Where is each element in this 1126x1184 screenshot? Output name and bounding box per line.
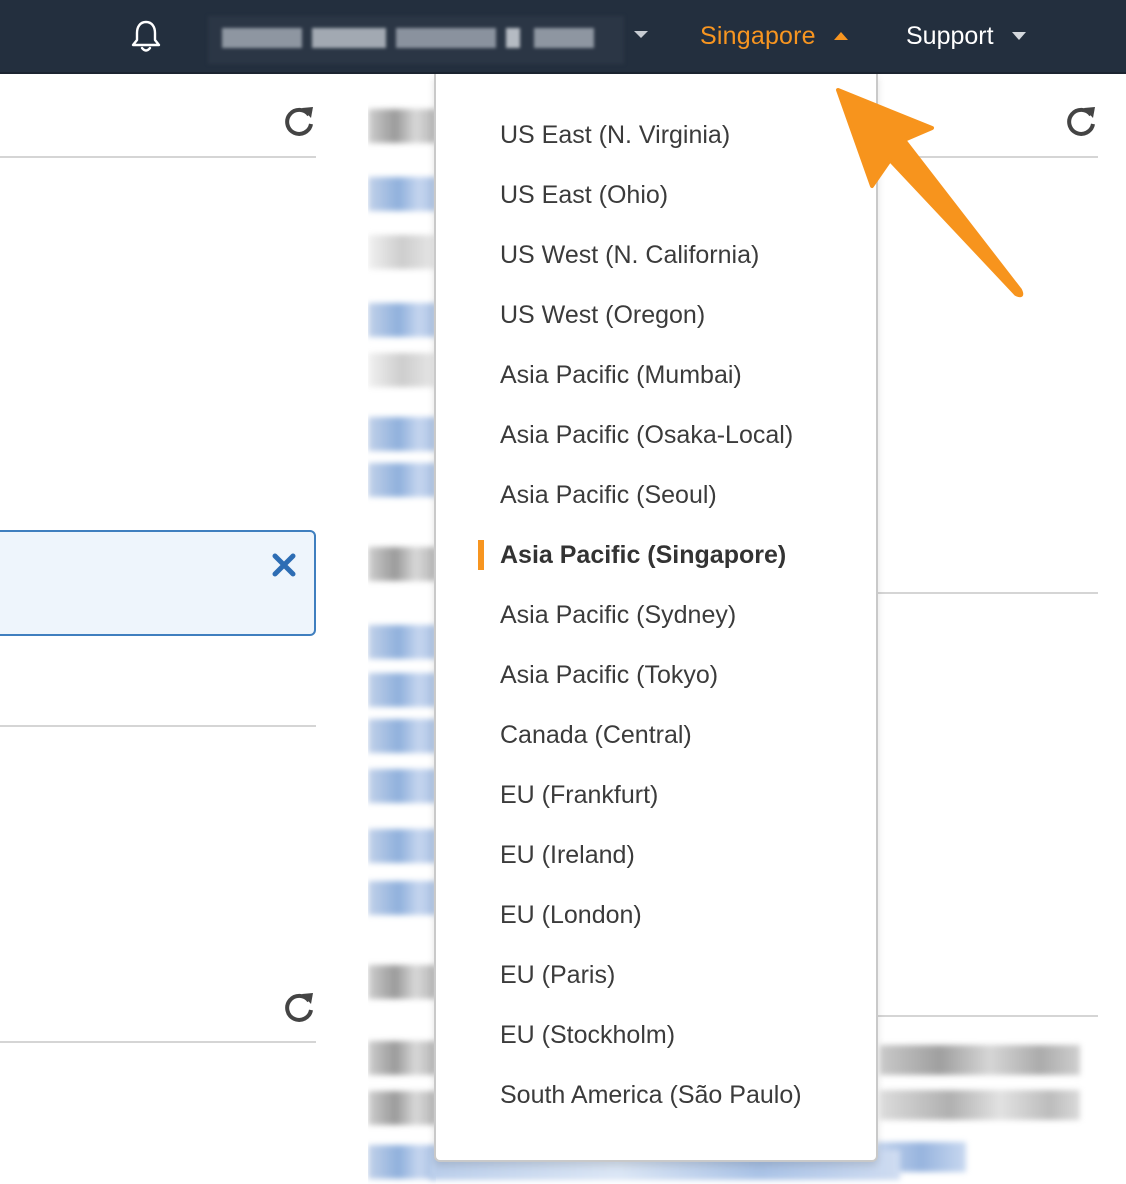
selected-indicator — [478, 540, 484, 570]
divider — [0, 1041, 316, 1043]
region-option[interactable]: Asia Pacific (Tokyo) — [500, 655, 718, 695]
region-option[interactable]: Canada (Central) — [500, 715, 692, 755]
divider — [878, 1015, 1098, 1017]
info-notification — [0, 530, 316, 636]
region-option[interactable]: US East (N. Virginia) — [500, 115, 730, 155]
region-selector-button[interactable]: Singapore — [700, 18, 848, 54]
chevron-down-icon[interactable] — [634, 31, 648, 38]
region-dropdown-menu: US East (N. Virginia) US East (Ohio) US … — [434, 74, 878, 1162]
region-option[interactable]: US West (N. California) — [500, 235, 759, 275]
refresh-icon[interactable] — [282, 990, 316, 1024]
region-option[interactable]: Asia Pacific (Osaka-Local) — [500, 415, 793, 455]
chevron-up-icon — [833, 32, 848, 40]
blurred-row — [880, 1045, 1080, 1075]
blurred-row — [880, 1090, 1080, 1120]
region-option[interactable]: US East (Ohio) — [500, 175, 668, 215]
divider — [878, 592, 1098, 594]
region-selector-label: Singapore — [700, 21, 816, 50]
top-navigation-bar: Singapore Support — [0, 0, 1126, 74]
refresh-icon[interactable] — [282, 104, 316, 138]
divider — [0, 725, 316, 727]
blurred-content-column — [368, 95, 436, 1184]
chevron-down-icon — [1011, 32, 1026, 40]
region-option-selected[interactable]: Asia Pacific (Singapore) — [500, 535, 786, 575]
region-option[interactable]: EU (London) — [500, 895, 642, 935]
region-option[interactable]: EU (Ireland) — [500, 835, 635, 875]
close-icon[interactable] — [270, 551, 298, 579]
region-option[interactable]: South America (São Paulo) — [500, 1075, 802, 1115]
region-option[interactable]: Asia Pacific (Seoul) — [500, 475, 717, 515]
region-option[interactable]: EU (Frankfurt) — [500, 775, 658, 815]
account-menu[interactable] — [208, 16, 624, 64]
bell-icon[interactable] — [128, 18, 164, 54]
region-option[interactable]: Asia Pacific (Mumbai) — [500, 355, 742, 395]
region-option[interactable]: EU (Paris) — [500, 955, 615, 995]
divider — [878, 156, 1098, 158]
region-option[interactable]: Asia Pacific (Sydney) — [500, 595, 736, 635]
divider — [0, 156, 316, 158]
refresh-icon[interactable] — [1064, 104, 1098, 138]
support-menu-button[interactable]: Support — [906, 18, 1026, 54]
region-option[interactable]: US West (Oregon) — [500, 295, 705, 335]
region-option[interactable]: EU (Stockholm) — [500, 1015, 675, 1055]
support-menu-label: Support — [906, 21, 994, 50]
